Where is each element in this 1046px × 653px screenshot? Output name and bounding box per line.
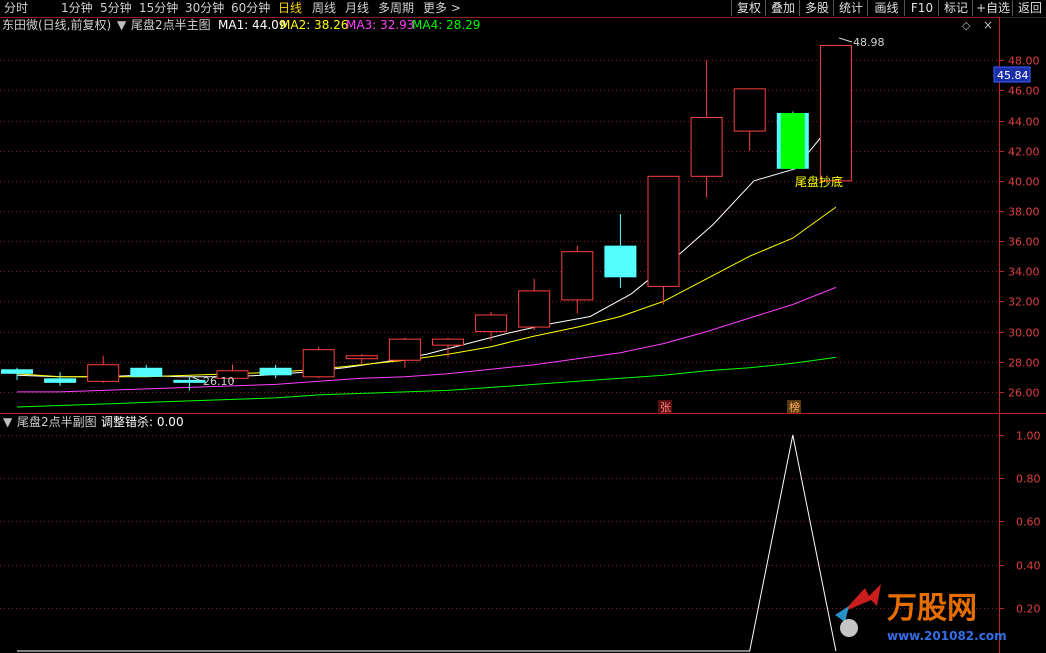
high-price-annotation: 48.98 xyxy=(853,36,885,49)
price-tick-label: 46.00 xyxy=(1008,85,1040,98)
svg-text:www.201082.com: www.201082.com xyxy=(887,629,1007,643)
price-tick-label: 26.00 xyxy=(1008,387,1040,400)
ma-line-ma4 xyxy=(16,356,836,408)
candle-body xyxy=(388,338,421,361)
price-tick-label: 40.00 xyxy=(1008,176,1040,189)
price-tick-label: 30.00 xyxy=(1008,327,1040,340)
low-price-annotation: 26.10 xyxy=(203,375,235,388)
ma-line-ma2 xyxy=(16,206,837,378)
candle-body xyxy=(733,88,766,132)
candle-body xyxy=(432,338,464,346)
watermark-logo: 万股网 www.201082.com xyxy=(835,584,1007,643)
candle-body xyxy=(819,44,852,182)
price-tick-label: 44.00 xyxy=(1008,116,1040,129)
price-tick-label: 32.00 xyxy=(1008,296,1040,309)
candle-body xyxy=(345,355,378,360)
candle-body xyxy=(475,314,508,333)
price-tick-label: 34.00 xyxy=(1008,266,1040,279)
kline-chart[interactable]: 48.00 46.00 44.00 42.00 40.00 38.00 36.00 34.00… xyxy=(0,0,1046,653)
candle-body xyxy=(780,112,805,169)
marker-bang[interactable]: 榜 xyxy=(789,400,800,414)
price-tick-label: 36.00 xyxy=(1008,236,1040,249)
price-tick-label: 48.00 xyxy=(1008,55,1040,68)
signal-label: 尾盘抄底 xyxy=(795,174,843,189)
candle-body xyxy=(130,367,163,377)
candle-body xyxy=(647,175,680,287)
sub-indicator-line xyxy=(17,434,837,652)
candle-body xyxy=(44,378,77,383)
sub-value-tick-label: 0.80 xyxy=(1016,473,1041,486)
sub-value-tick-label: 0.60 xyxy=(1016,516,1041,529)
candle-body xyxy=(690,117,723,177)
candle-body xyxy=(87,364,120,382)
candle-body xyxy=(259,367,292,376)
candle-body xyxy=(604,245,637,278)
current-price-label: 45.84 xyxy=(997,69,1029,82)
main-grid xyxy=(0,60,1004,393)
svg-text:万股网: 万股网 xyxy=(887,591,977,626)
high-arrow xyxy=(838,37,853,43)
candle-body xyxy=(561,251,594,301)
candle-body xyxy=(302,349,335,378)
price-tick-label: 42.00 xyxy=(1008,146,1040,159)
price-tick-label: 38.00 xyxy=(1008,206,1040,219)
sub-value-tick-label: 1.00 xyxy=(1016,430,1041,443)
candles xyxy=(1,44,852,391)
candle-body xyxy=(518,290,551,328)
price-tick-label: 28.00 xyxy=(1008,357,1040,370)
sub-series-line xyxy=(17,434,837,652)
candle-body xyxy=(1,369,33,374)
price-axis: 48.00 46.00 44.00 42.00 40.00 38.00 36.00 34.00… xyxy=(1008,55,1040,400)
marker-zhang[interactable]: 张 xyxy=(660,401,671,414)
